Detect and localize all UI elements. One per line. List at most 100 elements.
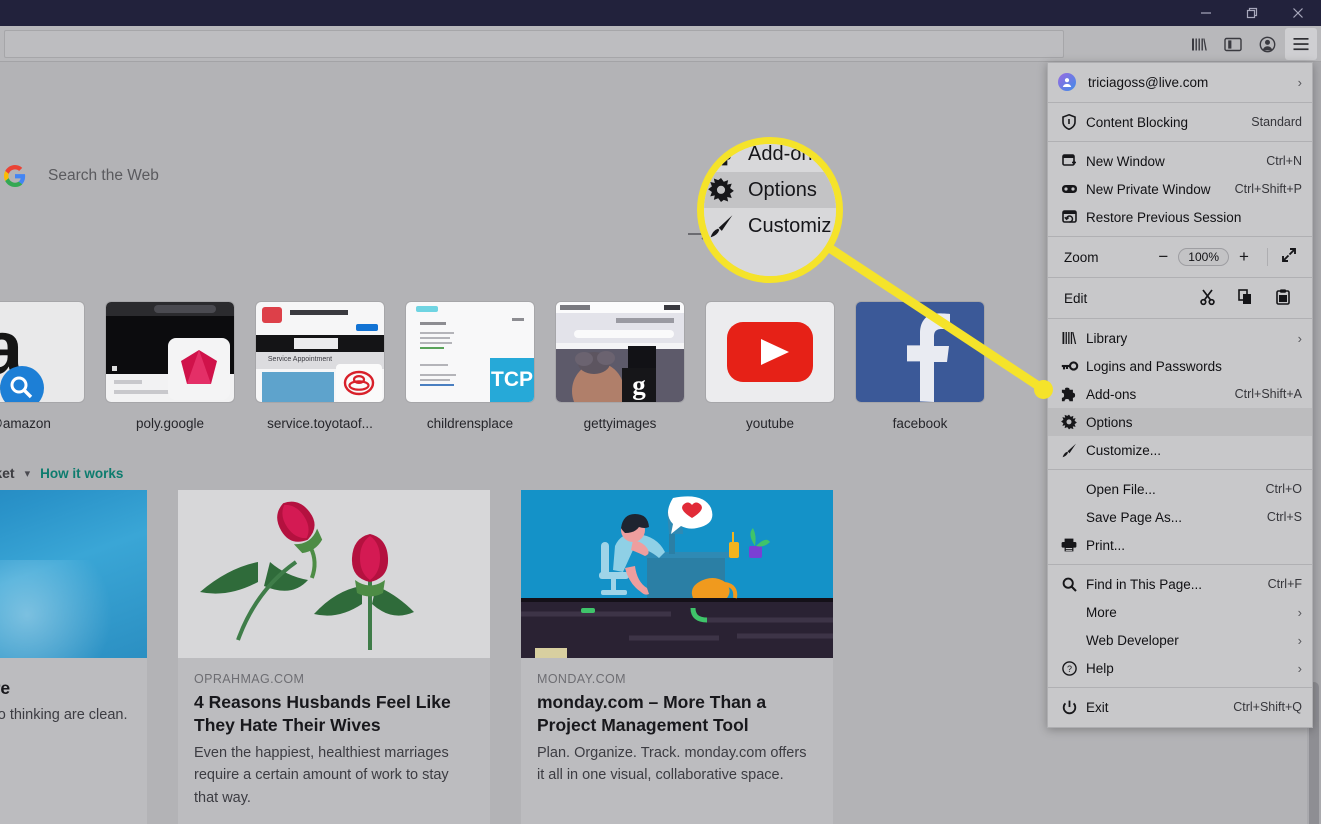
zoom-in-button[interactable]: + (1229, 247, 1259, 267)
top-site-amazon[interactable]: a @amazon (0, 302, 84, 431)
menu-item-new-private-window[interactable]: New Private Window Ctrl+Shift+P (1048, 175, 1312, 203)
menu-item-help[interactable]: ? Help › (1048, 654, 1312, 682)
account-avatar-icon (1058, 73, 1076, 91)
menu-item-logins-passwords[interactable]: Logins and Passwords (1048, 352, 1312, 380)
top-site-childrensplace[interactable]: TCP childrensplace (406, 302, 534, 431)
menu-item-web-developer[interactable]: Web Developer › (1048, 626, 1312, 654)
top-site-label: childrensplace (406, 416, 534, 431)
menu-item-save-page-as[interactable]: Save Page As... Ctrl+S (1048, 503, 1312, 531)
magnified-item-options: Options (697, 172, 843, 208)
menu-zoom-row: Zoom − 100% + (1048, 242, 1312, 272)
how-it-works-link[interactable]: How it works (40, 466, 123, 481)
menu-item-label: More (1086, 605, 1298, 620)
top-site-label: @amazon (0, 416, 84, 431)
menu-item-label: Add-ons (1086, 387, 1235, 402)
help-icon: ? (1058, 661, 1080, 676)
zoom-label: Zoom (1064, 250, 1148, 265)
zoom-out-button[interactable]: − (1148, 247, 1178, 267)
cut-icon[interactable] (1188, 289, 1226, 308)
menu-item-label: Open File... (1086, 482, 1266, 497)
restore-icon[interactable] (1229, 0, 1275, 26)
pocket-card-desc: Plan. Organize. Track. monday.com offers… (537, 742, 817, 787)
puzzle-icon (1058, 387, 1080, 402)
chevron-right-icon: › (1298, 331, 1302, 346)
edit-label: Edit (1064, 291, 1188, 306)
menu-divider (1048, 141, 1312, 142)
monday-desk-illustration (521, 490, 833, 658)
pocket-card-desc: pathogenic baths that to thinking are cl… (0, 704, 131, 727)
account-icon[interactable] (1251, 28, 1283, 60)
private-window-icon (1058, 184, 1080, 194)
top-site-toyota-service[interactable]: Service Appointment service.toyotaof... (256, 302, 384, 431)
fullscreen-icon[interactable] (1274, 247, 1304, 268)
printer-icon (1058, 538, 1080, 552)
menu-item-options[interactable]: Options (1048, 408, 1312, 436)
url-input[interactable] (4, 30, 1064, 58)
pocket-card[interactable]: Think Twice Before pathogenic baths that… (0, 490, 147, 824)
magnified-item-customize: Customiz (697, 208, 843, 244)
menu-item-restore-session[interactable]: Restore Previous Session (1048, 203, 1312, 231)
search-input-placeholder[interactable]: Search the Web (48, 167, 159, 185)
gear-icon (1058, 414, 1080, 430)
hamburger-menu-icon[interactable] (1285, 28, 1317, 60)
menu-item-label: New Window (1086, 154, 1266, 169)
menu-divider (1048, 277, 1312, 278)
menu-divider (1048, 564, 1312, 565)
top-site-facebook[interactable]: facebook (856, 302, 984, 431)
sidebar-icon[interactable] (1217, 28, 1249, 60)
top-site-youtube[interactable]: youtube (706, 302, 834, 431)
menu-item-shortcut: Ctrl+Shift+A (1235, 387, 1302, 401)
callout-endpoint-dot (1034, 380, 1053, 399)
menu-divider (1048, 318, 1312, 319)
facebook-logo-icon (856, 302, 984, 402)
chevron-down-icon[interactable]: ▾ (25, 467, 31, 480)
menu-item-open-file[interactable]: Open File... Ctrl+O (1048, 475, 1312, 503)
menu-item-add-ons[interactable]: Add-ons Ctrl+Shift+A (1048, 380, 1312, 408)
pocket-card[interactable]: OPRAHMAG.COM 4 Reasons Husbands Feel Lik… (178, 490, 490, 824)
top-site-label: gettyimages (556, 416, 684, 431)
menu-divider (1048, 236, 1312, 237)
menu-item-more[interactable]: More › (1048, 598, 1312, 626)
menu-item-label: Logins and Passwords (1086, 359, 1302, 374)
menu-item-label: Web Developer (1086, 633, 1298, 648)
menu-item-account[interactable]: triciagoss@live.com › (1048, 67, 1312, 97)
brush-icon (1058, 443, 1080, 458)
menu-item-label: Options (1086, 415, 1302, 430)
pocket-card[interactable]: MONDAY.COM monday.com – More Than a Proj… (521, 490, 833, 824)
top-site-gettyimages[interactable]: g gettyimages (556, 302, 684, 431)
menu-item-shortcut: Ctrl+O (1266, 482, 1302, 496)
swimmer-pool-photo (0, 490, 147, 658)
menu-item-shortcut: Ctrl+Shift+P (1235, 182, 1302, 196)
puzzle-icon (708, 142, 742, 167)
menu-item-label: New Private Window (1086, 182, 1235, 197)
menu-item-new-window[interactable]: New Window Ctrl+N (1048, 147, 1312, 175)
menu-item-library[interactable]: Library › (1048, 324, 1312, 352)
pocket-card-title: Think Twice Before (0, 677, 131, 700)
pocket-card-body: OPRAHMAG.COM 4 Reasons Husbands Feel Lik… (178, 658, 490, 824)
search-bar[interactable]: Search the Web (0, 155, 1040, 197)
browser-main-menu: triciagoss@live.com › Content Blocking S… (1047, 62, 1313, 728)
zoom-level-value[interactable]: 100% (1178, 248, 1229, 266)
chevron-right-icon[interactable]: › (1298, 75, 1302, 90)
menu-item-content-blocking[interactable]: Content Blocking Standard (1048, 108, 1312, 136)
magnified-item-label: Options (748, 179, 817, 202)
pocket-card-body: MONDAY.COM monday.com – More Than a Proj… (521, 658, 833, 805)
pocket-brand-label: ocket (0, 465, 15, 481)
library-icon[interactable] (1183, 28, 1215, 60)
menu-item-shortcut: Ctrl+Shift+Q (1233, 700, 1302, 714)
menu-item-print[interactable]: Print... (1048, 531, 1312, 559)
menu-item-label: Content Blocking (1086, 115, 1251, 130)
menu-item-exit[interactable]: Exit Ctrl+Shift+Q (1048, 693, 1312, 721)
menu-divider (1048, 469, 1312, 470)
youtube-logo-icon (706, 302, 834, 402)
red-roses-photo (178, 490, 490, 658)
menu-item-find-in-page[interactable]: Find in This Page... Ctrl+F (1048, 570, 1312, 598)
menu-vertical-divider (1267, 248, 1268, 266)
pocket-card-title: 4 Reasons Husbands Feel Like They Hate T… (194, 691, 474, 738)
minimize-icon[interactable] (1183, 0, 1229, 26)
paste-icon[interactable] (1264, 289, 1302, 308)
close-icon[interactable] (1275, 0, 1321, 26)
menu-item-customize[interactable]: Customize... (1048, 436, 1312, 464)
top-site-poly-google[interactable]: poly.google (106, 302, 234, 431)
copy-icon[interactable] (1226, 289, 1264, 308)
